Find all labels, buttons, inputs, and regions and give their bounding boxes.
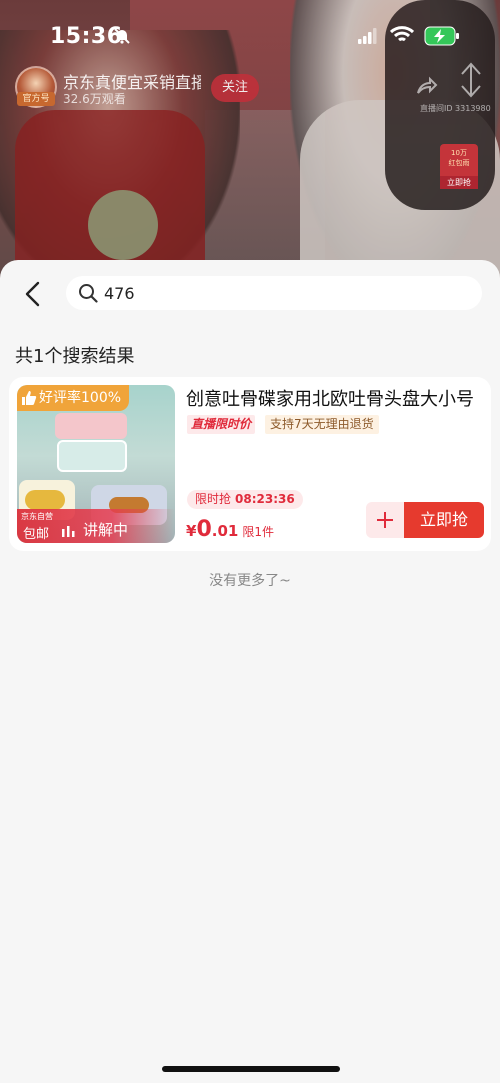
product-image[interactable]: 好评率100% 京东自营 包邮 讲解中 xyxy=(17,385,175,543)
home-indicator[interactable] xyxy=(162,1066,340,1072)
live-price-tag: 直播限时价 xyxy=(187,415,256,434)
product-title[interactable]: 创意吐骨碟家用北欧吐骨头盘大小号 xyxy=(186,385,484,411)
price: ¥0.01 限1件 xyxy=(186,517,274,542)
viewer-count: 32.6万观看 xyxy=(63,92,126,106)
purchase-limit: 限1件 xyxy=(242,525,274,539)
bell-muted-icon xyxy=(114,28,130,44)
thumbs-up-icon xyxy=(22,391,37,405)
follow-button[interactable]: 关注 xyxy=(211,74,259,102)
host-left-plate xyxy=(88,190,158,260)
red-packet-grab-button[interactable]: 立即抢 xyxy=(440,176,478,189)
back-arrow-icon[interactable] xyxy=(20,280,46,308)
search-box[interactable] xyxy=(66,276,482,310)
official-tag: 官方号 xyxy=(17,92,55,106)
red-packet-subtitle: 红包雨 xyxy=(448,159,470,167)
price-integer: 0 xyxy=(196,517,212,542)
rating-badge-label: 好评率100% xyxy=(39,390,122,406)
status-time: 15:36 xyxy=(50,24,123,49)
room-id: 直播间ID 3313980 xyxy=(420,104,491,113)
streamer-header[interactable]: 官方号 京东真便宜采销直播 32.6万观看 关注 xyxy=(15,66,259,108)
result-count: 共1个搜索结果 xyxy=(15,346,135,367)
return-policy-tag: 支持7天无理由退货 xyxy=(265,415,379,434)
rating-badge: 好评率100% xyxy=(17,385,130,411)
add-to-cart-button[interactable] xyxy=(366,502,404,538)
flash-sale-label: 限时抢 xyxy=(195,492,232,506)
cellular-signal-icon xyxy=(358,28,377,44)
minimize-icon[interactable] xyxy=(458,62,484,98)
red-packet-widget[interactable]: 10万 红包雨 立即抢 xyxy=(440,144,478,189)
countdown-timer: 08:23:36 xyxy=(235,492,295,506)
image-status-bar: 京东自营 包邮 讲解中 xyxy=(17,509,175,543)
red-packet-amount: 10万 xyxy=(451,149,467,157)
dish-mint xyxy=(57,440,127,472)
flash-sale-countdown: 限时抢 08:23:36 xyxy=(187,490,303,509)
wifi-icon xyxy=(390,26,414,42)
buy-now-button[interactable]: 立即抢 xyxy=(404,502,484,538)
free-shipping-tag: 包邮 xyxy=(23,527,50,542)
search-input[interactable] xyxy=(104,283,464,303)
status-bar: 15:36 xyxy=(0,0,500,70)
share-icon[interactable] xyxy=(414,75,438,99)
food-item-2 xyxy=(25,490,65,510)
jd-self-operated-tag: 京东自营 xyxy=(21,512,53,521)
search-icon xyxy=(79,284,98,303)
live-explaining-label: 讲解中 xyxy=(83,521,129,539)
dish-pink xyxy=(55,413,127,439)
price-decimal: .01 xyxy=(211,522,239,540)
price-currency: ¥ xyxy=(186,522,197,540)
battery-charging-icon xyxy=(424,26,459,46)
no-more-results: 没有更多了~ xyxy=(209,573,291,589)
search-sheet: 共1个搜索结果 好评率100% 京东自营 包邮 xyxy=(0,260,500,1083)
product-card[interactable]: 好评率100% 京东自营 包邮 讲解中 创意吐骨碟家用北欧吐骨头盘大小号 直播限… xyxy=(9,377,491,551)
plus-icon xyxy=(377,512,393,528)
live-bars-icon xyxy=(62,526,75,537)
